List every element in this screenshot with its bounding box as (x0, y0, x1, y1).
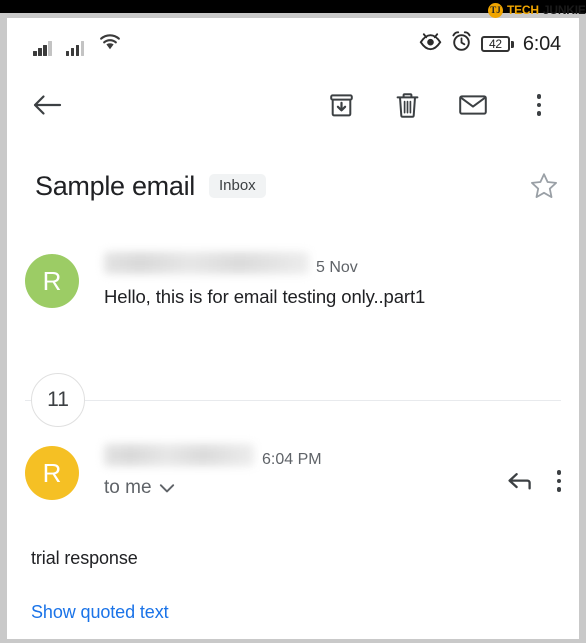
email-body: trial response Show quoted text (7, 548, 579, 623)
signal-bars-icon-sim2 (65, 39, 84, 56)
email-body-text: trial response (31, 548, 138, 568)
recipient-label: to me (104, 477, 152, 498)
recipient-expander[interactable]: to me (104, 477, 175, 499)
page-title: Sample email (35, 170, 195, 201)
collapsed-message-count-badge[interactable]: 11 (31, 373, 85, 427)
sender-line: 6:04 PM (104, 442, 507, 470)
back-arrow-icon[interactable] (23, 81, 71, 129)
chevron-down-icon (159, 483, 175, 494)
techjunkie-logo-icon: TJ (488, 2, 503, 18)
screenshot-root: TJ TECH JUNKIE 42 6:04 Sample email Inbo… (0, 0, 586, 643)
status-bar-clock: 6:04 (522, 32, 561, 55)
message-time: 6:04 PM (262, 451, 322, 468)
message-expanded: R 6:04 PM to me (7, 442, 579, 500)
message-collapsed-first[interactable]: R 5 Nov Hello, this is for email testing… (7, 250, 579, 342)
archive-icon[interactable] (317, 81, 365, 129)
message-content: 6:04 PM to me (79, 442, 507, 500)
wifi-icon (98, 32, 122, 56)
sender-name-redacted (104, 252, 309, 274)
more-vertical-icon-toolbar[interactable] (515, 81, 563, 129)
message-preview: Hello, this is for email testing only..p… (104, 286, 426, 307)
status-bar-right: 42 6:04 (419, 31, 561, 57)
more-vertical-icon-message[interactable] (556, 470, 561, 492)
show-quoted-text-link[interactable]: Show quoted text (31, 602, 169, 623)
divider-rule (25, 400, 561, 401)
status-bar: 42 6:04 (7, 18, 579, 70)
watermark-text-tech: TECH (507, 3, 539, 17)
message-date: 5 Nov (316, 259, 358, 276)
battery-indicator: 42 (480, 36, 514, 52)
avatar: R (25, 446, 79, 500)
status-bar-left (33, 32, 122, 56)
envelope-icon[interactable] (449, 81, 497, 129)
phone-frame: 42 6:04 Sample email Inbox R 5 Nov Hello… (0, 13, 586, 643)
trash-icon[interactable] (383, 81, 431, 129)
subject-row: Sample email Inbox (7, 158, 579, 214)
label-chip-inbox[interactable]: Inbox (208, 174, 266, 198)
battery-tip (510, 40, 514, 48)
star-outline-icon[interactable] (529, 171, 559, 201)
toolbar-actions (317, 81, 563, 129)
message-content: 5 Nov Hello, this is for email testing o… (79, 250, 557, 342)
signal-bars-icon-sim1 (33, 39, 52, 56)
collapsed-messages-divider: 11 (7, 373, 579, 427)
phone-screen: 42 6:04 Sample email Inbox R 5 Nov Hello… (7, 18, 579, 639)
app-toolbar (7, 70, 579, 140)
message-actions (507, 442, 561, 500)
battery-level-text: 42 (480, 36, 510, 52)
eye-icon (419, 32, 442, 56)
sender-line: 5 Nov (104, 250, 557, 278)
sender-name-redacted (104, 444, 254, 466)
techjunkie-watermark: TJ TECH JUNKIE (484, 0, 586, 20)
alarm-clock-icon (451, 31, 472, 57)
reply-arrow-icon[interactable] (507, 469, 535, 493)
avatar: R (25, 254, 79, 308)
watermark-text-junkie: JUNKIE (542, 3, 586, 17)
